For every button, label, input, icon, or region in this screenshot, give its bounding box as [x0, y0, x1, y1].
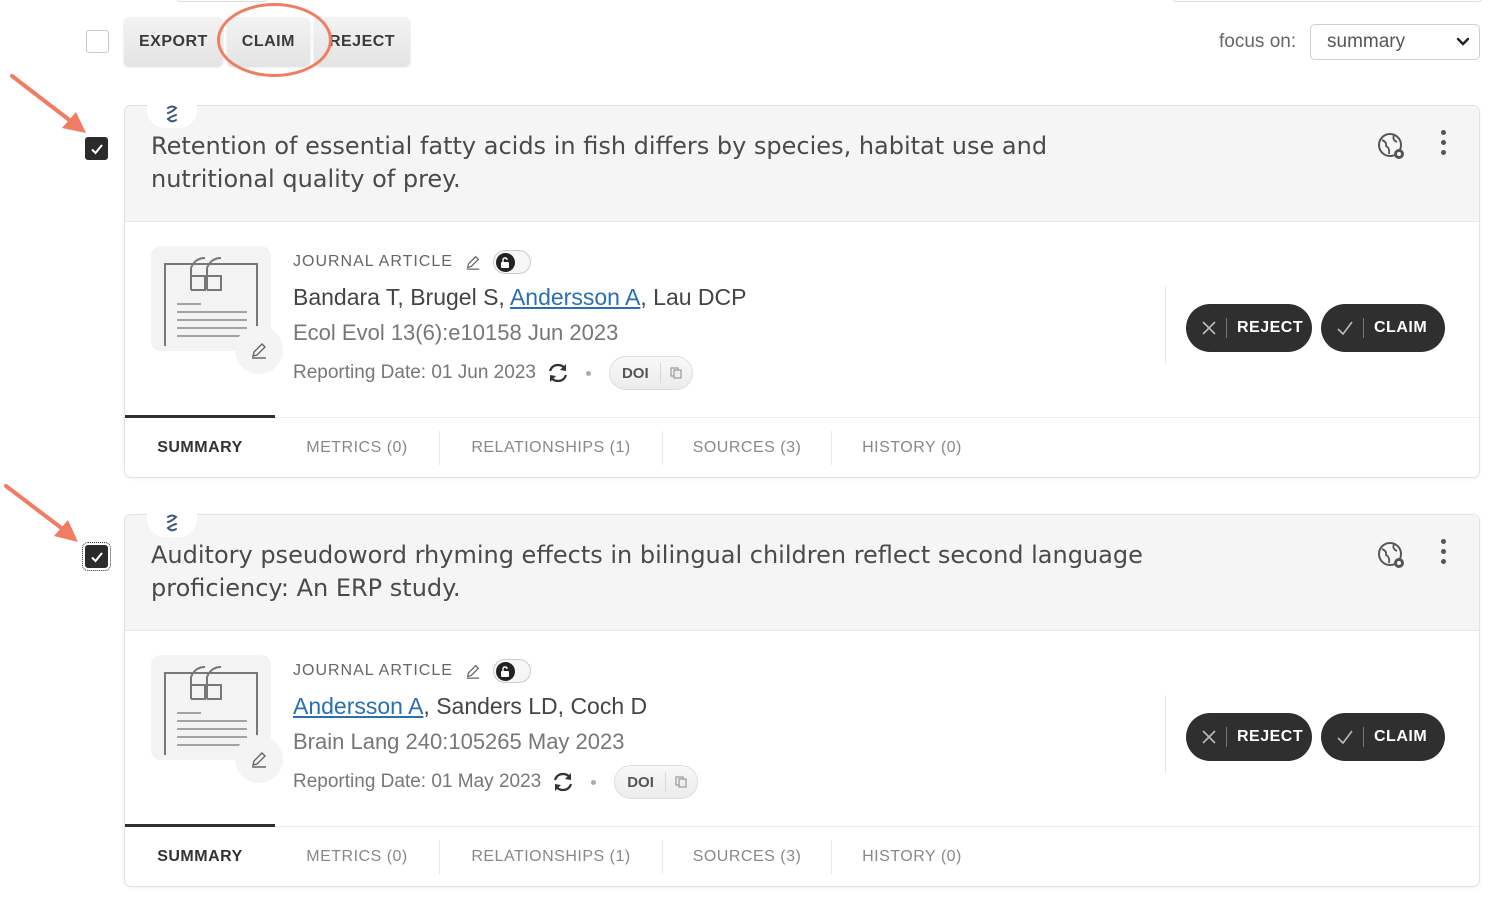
tab-relationships[interactable]: RELATIONSHIPS (1) [440, 827, 662, 887]
separator-dot [585, 370, 591, 376]
edit-thumbnail-button[interactable] [235, 735, 283, 783]
refresh-icon[interactable] [551, 770, 575, 794]
reporting-date-value: 01 May 2023 [431, 771, 542, 792]
record-title[interactable]: Retention of essential fatty acids in fi… [151, 130, 1161, 196]
tab-metrics[interactable]: METRICS (0) [275, 418, 439, 478]
reporting-date-value: 01 Jun 2023 [431, 362, 536, 383]
select-all-checkbox[interactable] [86, 30, 109, 53]
edit-type-icon[interactable] [465, 663, 481, 679]
reject-label: REJECT [1237, 728, 1304, 745]
authors-text: , Lau DCP [640, 284, 747, 310]
edit-thumbnail-button[interactable] [235, 326, 283, 374]
doi-label: DOI [627, 773, 654, 791]
tab-sources[interactable]: SOURCES (3) [663, 418, 831, 478]
record-claim-button[interactable]: CLAIM [1321, 304, 1445, 352]
authors-text: Bandara T, Brugel S, [293, 284, 510, 310]
focus-on-label: focus on: [1219, 31, 1297, 52]
tab-metrics[interactable]: METRICS (0) [275, 827, 439, 887]
link-icon [166, 105, 178, 123]
pencil-icon [252, 343, 266, 359]
doi-label: DOI [621, 364, 649, 382]
bulk-action-toolbar: EXPORT CLAIM REJECT focus on: summary [0, 0, 1500, 90]
chevron-down-icon [1456, 37, 1470, 46]
record-metadata: JOURNAL ARTICLE Bandara T, Brugel S, And… [293, 250, 746, 390]
record-claim-button[interactable]: CLAIM [1321, 713, 1445, 761]
unlock-icon [501, 257, 510, 268]
journal-citation: Ecol Evol 13(6):e10158 Jun 2023 [293, 320, 619, 345]
bulk-action-buttons: EXPORT CLAIM REJECT [124, 17, 414, 66]
record-header: Auditory pseudoword rhyming effects in b… [125, 509, 1479, 631]
check-icon [1337, 730, 1353, 745]
copy-icon[interactable] [675, 776, 687, 788]
record-tabs: SUMMARY METRICS (0) RELATIONSHIPS (1) SO… [125, 415, 1479, 478]
record-tabs: SUMMARY METRICS (0) RELATIONSHIPS (1) SO… [125, 824, 1479, 887]
record-card: Retention of essential fatty acids in fi… [124, 100, 1480, 478]
publication-type: JOURNAL ARTICLE [293, 662, 453, 679]
close-icon [1202, 321, 1216, 335]
record-checkbox[interactable] [85, 137, 108, 160]
authors: Bandara T, Brugel S, Andersson A, Lau DC… [293, 284, 746, 314]
tab-summary[interactable]: SUMMARY [125, 824, 275, 887]
publication-type: JOURNAL ARTICLE [293, 253, 453, 270]
export-button[interactable]: EXPORT [124, 17, 223, 66]
record-reject-button[interactable]: REJECT [1186, 713, 1312, 761]
record-header: Retention of essential fatty acids in fi… [125, 100, 1479, 222]
divider [1165, 286, 1166, 364]
unlock-icon [501, 666, 510, 677]
authors: Andersson A, Sanders LD, Coch D [293, 693, 698, 723]
checkmark-icon [91, 144, 103, 155]
divider [1165, 695, 1166, 773]
open-access-toggle[interactable] [492, 659, 531, 683]
open-access-toggle[interactable] [492, 250, 531, 274]
globe-settings-icon[interactable] [1377, 541, 1407, 571]
tab-history[interactable]: HISTORY (0) [832, 418, 992, 478]
authors-text: , Sanders LD, Coch D [423, 693, 648, 719]
annotation-arrow-icon [4, 484, 78, 542]
doi-button[interactable]: DOI [608, 356, 693, 390]
checkmark-icon [91, 552, 103, 563]
separator-dot [591, 779, 597, 785]
tab-sources[interactable]: SOURCES (3) [663, 827, 831, 887]
doi-button[interactable]: DOI [614, 765, 698, 799]
tab-summary[interactable]: SUMMARY [125, 415, 275, 478]
globe-settings-icon[interactable] [1377, 132, 1407, 162]
more-options-icon[interactable] [1435, 539, 1451, 571]
tab-relationships[interactable]: RELATIONSHIPS (1) [440, 418, 662, 478]
link-badge [147, 100, 197, 128]
record-checkbox[interactable] [82, 542, 111, 571]
link-icon [166, 514, 178, 532]
record-title[interactable]: Auditory pseudoword rhyming effects in b… [151, 539, 1161, 605]
edit-type-icon[interactable] [465, 254, 481, 270]
reject-button[interactable]: REJECT [313, 17, 411, 66]
author-link[interactable]: Andersson A [510, 284, 640, 310]
close-icon [1202, 730, 1216, 744]
reporting-date-label: Reporting Date: [293, 362, 427, 383]
more-options-icon[interactable] [1435, 130, 1451, 162]
claim-label: CLAIM [1374, 319, 1428, 336]
record-reject-button[interactable]: REJECT [1186, 304, 1312, 352]
check-icon [1337, 321, 1353, 336]
journal-citation: Brain Lang 240:105265 May 2023 [293, 729, 625, 754]
author-link[interactable]: Andersson A [293, 693, 423, 719]
claim-label: CLAIM [1374, 728, 1428, 745]
reject-label: REJECT [1237, 319, 1304, 336]
tab-history[interactable]: HISTORY (0) [832, 827, 992, 887]
link-badge [147, 509, 197, 537]
claim-button[interactable]: CLAIM [226, 17, 310, 66]
refresh-icon[interactable] [546, 361, 570, 385]
record-card: Auditory pseudoword rhyming effects in b… [124, 509, 1480, 887]
pencil-icon [252, 752, 266, 768]
reporting-date-label: Reporting Date: [293, 771, 427, 792]
record-metadata: JOURNAL ARTICLE Andersson A, Sanders LD,… [293, 659, 698, 799]
focus-on-value: summary [1327, 31, 1406, 52]
focus-on-select[interactable]: summary [1310, 24, 1480, 60]
copy-icon[interactable] [670, 367, 682, 379]
